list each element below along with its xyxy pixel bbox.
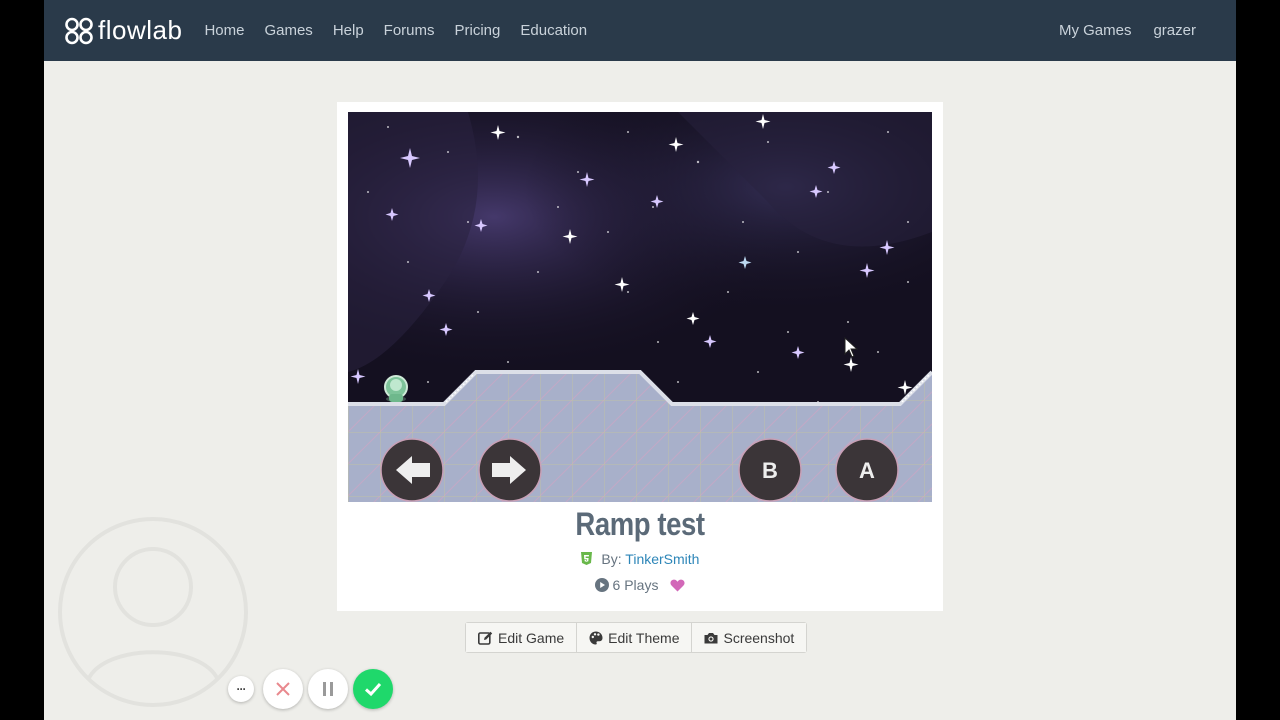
- nav-pricing[interactable]: Pricing: [455, 22, 501, 39]
- nav-home[interactable]: Home: [204, 22, 244, 39]
- logo-text: flowlab: [98, 15, 183, 45]
- recording-pause-button[interactable]: [308, 669, 348, 709]
- check-icon: [364, 682, 382, 697]
- page: flowlab Home Games Help Forums Pricing E…: [44, 0, 1236, 720]
- recording-more-button[interactable]: ···: [228, 676, 254, 702]
- touch-right-button-icon: [478, 438, 542, 502]
- edit-theme-button[interactable]: Edit Theme: [577, 623, 693, 652]
- recording-finish-button[interactable]: [353, 669, 393, 709]
- recording-cancel-button[interactable]: [263, 669, 303, 709]
- flowlab-logo[interactable]: flowlab: [64, 15, 182, 46]
- game-card: B A Ramp test By: TinkerSmith 6 Plays: [337, 102, 943, 611]
- pause-icon: [323, 682, 333, 696]
- edit-theme-label: Edit Theme: [608, 629, 680, 646]
- game-title: Ramp test: [575, 506, 705, 542]
- play-count-icon: [594, 578, 609, 595]
- touch-left-button-icon: [380, 438, 444, 502]
- nav-games[interactable]: Games: [264, 22, 312, 39]
- nav-help[interactable]: Help: [333, 22, 364, 39]
- more-icon: ···: [236, 682, 247, 696]
- recording-controls: ···: [228, 669, 398, 709]
- game-toolbar: Edit Game Edit Theme Screenshot: [465, 622, 808, 653]
- nav-forums[interactable]: Forums: [384, 22, 435, 39]
- close-icon: [276, 682, 290, 696]
- nav-user-menu[interactable]: grazer: [1153, 22, 1196, 39]
- game-stats: 6 Plays: [337, 577, 943, 595]
- webcam-avatar-placeholder: [56, 515, 250, 714]
- edit-game-button[interactable]: Edit Game: [466, 623, 578, 652]
- nav-my-games[interactable]: My Games: [1059, 22, 1132, 39]
- edit-game-label: Edit Game: [498, 629, 565, 646]
- play-count: 6 Plays: [612, 577, 659, 593]
- edit-icon: [478, 631, 493, 645]
- screenshot-button[interactable]: Screenshot: [692, 623, 807, 652]
- author-link[interactable]: TinkerSmith: [625, 551, 699, 567]
- game-byline: By: TinkerSmith: [337, 551, 943, 568]
- game-canvas[interactable]: B A: [348, 112, 932, 502]
- html5-icon: [580, 552, 592, 568]
- user-avatar-icon: [58, 517, 248, 707]
- touch-b-label: B: [762, 458, 778, 483]
- nav-education[interactable]: Education: [520, 22, 587, 39]
- flowlab-logo-icon: [65, 17, 93, 44]
- touch-a-label: A: [859, 458, 875, 483]
- by-label: By:: [601, 551, 622, 567]
- screenshot-label: Screenshot: [723, 629, 795, 646]
- top-navbar: flowlab Home Games Help Forums Pricing E…: [44, 0, 1236, 61]
- heart-icon[interactable]: [670, 579, 685, 595]
- camera-icon: [704, 632, 718, 643]
- palette-icon: [589, 631, 603, 644]
- nav-right: My Games grazer: [1037, 22, 1196, 39]
- player-character-icon: [384, 375, 408, 402]
